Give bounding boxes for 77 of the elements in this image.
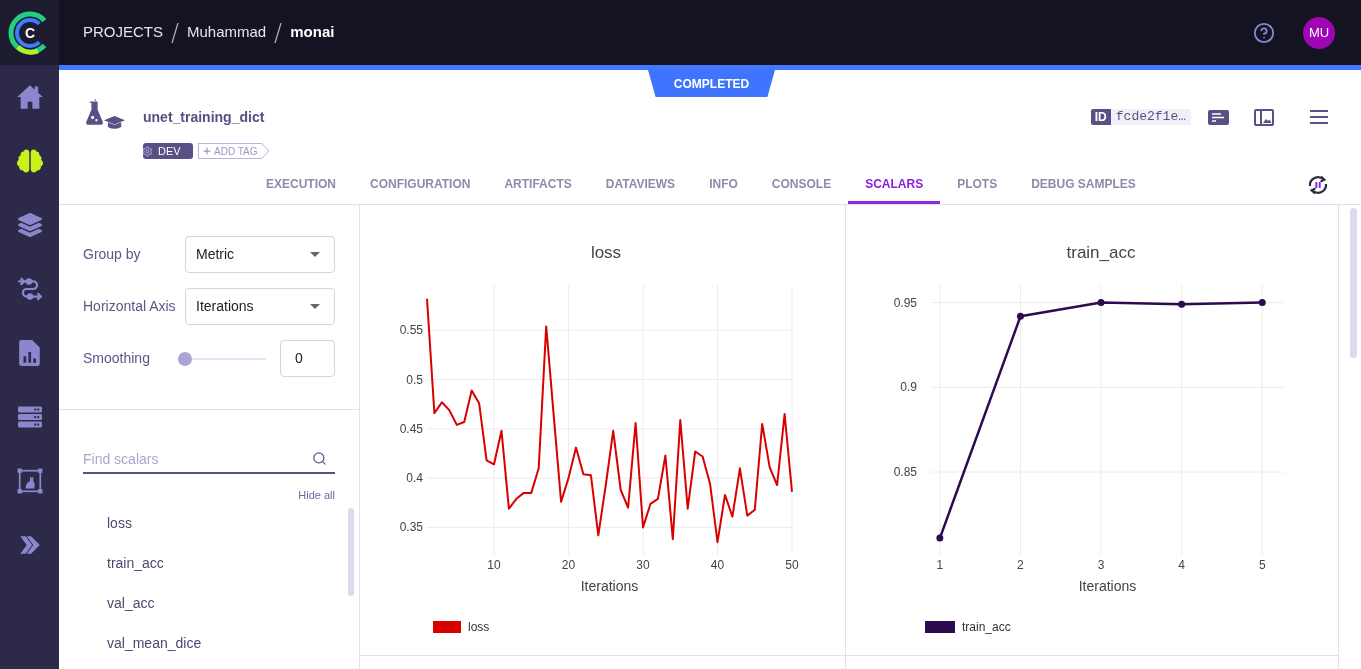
metric-list-item[interactable]: val_acc — [83, 583, 335, 623]
experiment-title: unet_training_dict — [143, 108, 266, 127]
y-tick-label: 0.9 — [900, 380, 917, 395]
data-point — [1097, 299, 1105, 307]
metric-list-item[interactable]: train_acc — [83, 543, 335, 583]
axis-title: Iterations — [580, 578, 639, 594]
select-field[interactable]: Iterations — [185, 288, 335, 325]
y-tick-label: 0.5 — [406, 372, 423, 387]
home-icon — [15, 84, 44, 110]
id-label: ID — [1090, 109, 1111, 125]
data-point — [1178, 300, 1186, 308]
slash-icon — [274, 22, 283, 43]
field-label: Group by — [83, 245, 142, 264]
slider-track[interactable] — [178, 352, 266, 366]
id-value[interactable]: fcde2f1e… — [1110, 109, 1191, 125]
field-label: Smoothing — [83, 349, 151, 368]
tab[interactable]: INFO — [692, 169, 755, 204]
legend-label: loss — [468, 620, 490, 634]
file-chart-icon — [18, 340, 41, 366]
scrollbar-thumb[interactable] — [1350, 208, 1357, 358]
field-label: Horizontal Axis — [83, 297, 177, 316]
refresh-pause-icon[interactable] — [1306, 173, 1330, 197]
x-tick-label: 2 — [1017, 558, 1024, 572]
tab[interactable]: PLOTS — [940, 169, 1015, 204]
server-icon — [17, 405, 42, 429]
plus-icon — [202, 146, 212, 156]
y-tick-label: 0.45 — [399, 421, 423, 436]
caret-down-icon — [310, 252, 320, 257]
x-tick-label: 5 — [1258, 558, 1266, 572]
scrollbar-thumb[interactable] — [348, 508, 354, 596]
x-tick-label: 30 — [636, 558, 650, 572]
metric-list-item[interactable]: loss — [83, 503, 335, 543]
tab[interactable]: SCALARS — [848, 169, 941, 204]
help-icon[interactable] — [1253, 21, 1275, 44]
data-point — [1016, 312, 1024, 320]
legend-label: train_acc — [962, 620, 1011, 634]
y-tick-label: 0.85 — [893, 465, 917, 479]
hide-all-link[interactable]: Hide all — [298, 488, 335, 502]
y-tick-label: 0.95 — [893, 295, 917, 310]
select-field[interactable]: Metric — [185, 236, 335, 273]
y-tick-label: 0.55 — [399, 323, 423, 338]
data-point — [1258, 299, 1266, 307]
menu-icon[interactable] — [1310, 110, 1328, 124]
search-field[interactable]: Find scalars — [83, 445, 335, 474]
breadcrumb-link[interactable]: PROJECTS — [83, 21, 163, 44]
chart-title: train_acc — [1066, 243, 1136, 262]
data-point — [936, 534, 944, 542]
layers-icon — [17, 213, 42, 237]
x-tick-label: 10 — [487, 558, 501, 572]
cog-icon — [143, 145, 153, 157]
breadcrumb-link[interactable]: monai — [290, 21, 335, 44]
number-field[interactable]: 0 — [280, 340, 335, 377]
x-tick-label: 40 — [710, 558, 725, 572]
y-tick-label: 0.4 — [406, 471, 423, 486]
metric-list-item[interactable]: val_mean_dice — [83, 623, 335, 663]
search-icon — [312, 451, 327, 466]
slider-thumb[interactable] — [178, 352, 192, 366]
x-tick-label: 50 — [785, 558, 799, 572]
y-tick-label: 0.35 — [399, 520, 423, 535]
breadcrumb-link[interactable]: Muhammad — [187, 21, 267, 44]
axis-title: Iterations — [1078, 578, 1137, 594]
status-badge: COMPLETED — [648, 70, 775, 97]
cat-frame-icon — [16, 468, 43, 494]
panel-image-icon[interactable] — [1254, 108, 1274, 126]
flask-cap-icon — [85, 99, 125, 131]
slash-icon — [171, 22, 179, 43]
x-tick-label: 3 — [1097, 558, 1105, 572]
flow-arrows-icon — [16, 276, 43, 302]
x-tick-label: 20 — [561, 558, 576, 572]
x-tick-label: 1 — [936, 558, 944, 572]
brain-icon — [16, 148, 43, 174]
user-avatar[interactable]: MU — [1303, 16, 1335, 49]
caret-down-icon — [310, 304, 320, 309]
chart-title: loss — [590, 243, 622, 262]
text-lines-icon[interactable] — [1208, 109, 1229, 125]
x-tick-label: 4 — [1178, 558, 1185, 572]
tag[interactable]: DEV — [143, 143, 193, 159]
